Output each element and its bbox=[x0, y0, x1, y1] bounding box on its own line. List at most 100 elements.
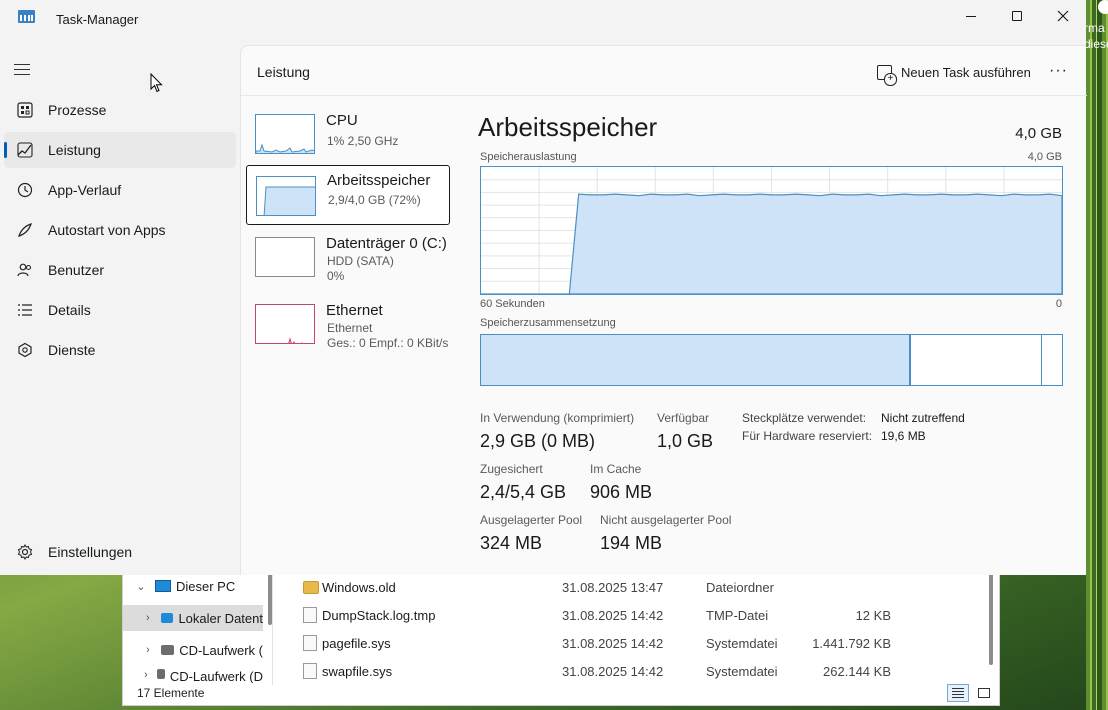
desktop-wallpaper bbox=[1086, 0, 1108, 710]
chevron-right-icon[interactable]: › bbox=[143, 644, 153, 656]
file-row[interactable]: DumpStack.log.tmp 31.08.2025 14:42 TMP-D… bbox=[293, 601, 993, 629]
users-icon bbox=[16, 261, 34, 279]
startup-icon bbox=[16, 221, 34, 239]
nonpaged-pool-label: Nicht ausgelagerter Pool bbox=[600, 513, 732, 527]
processes-icon bbox=[16, 101, 34, 119]
task-manager-app-icon bbox=[18, 10, 35, 23]
sidebar-item-performance[interactable]: Leistung bbox=[4, 132, 236, 168]
in-use-value: 2,9 GB (0 MB) bbox=[480, 431, 596, 451]
file-icon bbox=[303, 635, 317, 651]
explorer-status-bar: 17 Elemente bbox=[123, 681, 999, 705]
new-task-icon bbox=[877, 64, 897, 86]
sidebar-item-processes[interactable]: Prozesse bbox=[4, 92, 236, 128]
resource-item-disk[interactable]: Datenträger 0 (C:) HDD (SATA) 0% bbox=[246, 229, 450, 289]
available-label: Verfügbar bbox=[657, 411, 710, 425]
details-view-button[interactable] bbox=[947, 684, 969, 702]
desktop-close-icon[interactable] bbox=[1098, 0, 1108, 14]
tree-item-cd-drive[interactable]: › CD-Laufwerk ( bbox=[123, 637, 263, 663]
time-axis-left: 60 Sekunden bbox=[480, 298, 545, 310]
performance-icon bbox=[16, 141, 34, 159]
usage-caption: Speicherauslastung bbox=[480, 151, 577, 163]
slots-used-label: Steckplätze verwendet: bbox=[742, 411, 867, 425]
close-icon bbox=[1057, 10, 1069, 22]
nonpaged-pool-value: 194 MB bbox=[600, 533, 663, 553]
memory-total: 4,0 GB bbox=[1015, 125, 1062, 142]
performance-page: Leistung Neuen Task ausführen ··· CPU 1%… bbox=[240, 45, 1087, 575]
history-icon bbox=[16, 181, 34, 199]
page-title: Leistung bbox=[257, 64, 310, 80]
minimize-icon bbox=[966, 15, 976, 17]
sidebar-item-services[interactable]: Dienste bbox=[4, 332, 236, 368]
memory-usage-area bbox=[481, 193, 1063, 295]
pc-icon bbox=[155, 580, 171, 592]
file-icon bbox=[303, 607, 317, 623]
mouse-cursor-icon bbox=[150, 73, 163, 93]
cached-label: Im Cache bbox=[590, 462, 642, 476]
available-value: 1,0 GB bbox=[657, 431, 714, 451]
time-axis-right: 0 bbox=[1055, 298, 1062, 310]
tiles-view-button[interactable] bbox=[973, 684, 995, 702]
window-title: Task-Manager bbox=[56, 12, 139, 27]
active-indicator bbox=[4, 142, 7, 158]
chevron-right-icon[interactable]: › bbox=[143, 669, 149, 681]
folder-icon bbox=[303, 580, 319, 594]
slots-used-value: Nicht zutreffend bbox=[881, 411, 965, 425]
composition-caption: Speicherzusammensetzung bbox=[480, 317, 616, 329]
memory-thumbnail-graph bbox=[256, 176, 316, 216]
file-row[interactable]: Windows.old 31.08.2025 13:47 Dateiordner bbox=[293, 573, 993, 601]
run-new-task-button[interactable]: Neuen Task ausführen bbox=[877, 62, 1031, 86]
page-header: Leistung Neuen Task ausführen ··· bbox=[241, 46, 1087, 96]
memory-usage-graph bbox=[480, 166, 1063, 295]
title-bar[interactable]: Task-Manager bbox=[0, 0, 1086, 40]
chevron-down-icon[interactable]: ⌄ bbox=[135, 580, 147, 593]
memory-usage-chart bbox=[481, 167, 1063, 295]
close-button[interactable] bbox=[1040, 0, 1086, 32]
composition-standby-boundary bbox=[1040, 335, 1042, 385]
sidebar-item-startup-apps[interactable]: Autostart von Apps bbox=[4, 212, 236, 248]
paged-pool-label: Ausgelagerter Pool bbox=[480, 513, 583, 527]
services-icon bbox=[16, 341, 34, 359]
usage-max-label: 4,0 GB bbox=[1027, 151, 1062, 163]
cd-drive-icon bbox=[160, 645, 175, 655]
sidebar-item-settings[interactable]: Einstellungen bbox=[4, 534, 236, 570]
minimize-button[interactable] bbox=[948, 0, 994, 32]
detail-title: Arbeitsspeicher bbox=[478, 112, 658, 142]
sidebar-item-users[interactable]: Benutzer bbox=[4, 252, 236, 288]
file-list-scrollbar[interactable] bbox=[989, 573, 993, 665]
drive-icon bbox=[160, 613, 174, 623]
tree-scrollbar[interactable] bbox=[268, 573, 272, 625]
explorer-navigation-tree: ⌄ Dieser PC › Lokaler Datent › CD-Laufwe… bbox=[123, 561, 273, 685]
file-row[interactable]: pagefile.sys 31.08.2025 14:42 Systemdate… bbox=[293, 629, 993, 657]
memory-composition-bar bbox=[480, 334, 1063, 386]
gear-icon bbox=[16, 543, 34, 561]
tree-item-this-pc[interactable]: ⌄ Dieser PC bbox=[123, 573, 263, 599]
resource-item-ethernet[interactable]: Ethernet Ethernet Ges.: 0 Empf.: 0 KBit/… bbox=[246, 296, 450, 356]
disk-thumbnail-graph bbox=[255, 237, 315, 277]
details-icon bbox=[16, 301, 34, 319]
more-options-button[interactable]: ··· bbox=[1049, 62, 1068, 80]
composition-in-use bbox=[481, 335, 911, 385]
details-view-icon bbox=[952, 688, 964, 698]
navigation-sidebar: Prozesse Leistung App-Verlauf Autostart … bbox=[0, 40, 240, 575]
chevron-right-icon[interactable]: › bbox=[143, 612, 153, 624]
hardware-reserved-value: 19,6 MB bbox=[881, 429, 926, 443]
sidebar-item-details[interactable]: Details bbox=[4, 292, 236, 328]
hardware-reserved-label: Für Hardware reserviert: bbox=[742, 429, 873, 443]
ethernet-thumbnail-graph bbox=[255, 304, 315, 344]
maximize-button[interactable] bbox=[994, 0, 1040, 32]
maximize-icon bbox=[1012, 11, 1022, 21]
in-use-label: In Verwendung (komprimiert) bbox=[480, 411, 635, 425]
cpu-thumbnail-graph bbox=[255, 114, 315, 154]
cd-drive-icon bbox=[156, 669, 165, 679]
resource-item-cpu[interactable]: CPU 1% 2,50 GHz bbox=[246, 106, 450, 166]
item-count: 17 Elemente bbox=[137, 686, 205, 700]
tree-item-local-drive[interactable]: › Lokaler Datent bbox=[123, 605, 263, 631]
tiles-view-icon bbox=[978, 688, 990, 698]
file-icon bbox=[303, 663, 317, 679]
paged-pool-value: 324 MB bbox=[480, 533, 543, 553]
resource-item-memory[interactable]: Arbeitsspeicher 2,9/4,0 GB (72%) bbox=[246, 165, 450, 225]
hamburger-menu-button[interactable] bbox=[12, 57, 32, 81]
desktop-text: rma diese bbox=[1084, 21, 1108, 51]
committed-label: Zugesichert bbox=[480, 462, 543, 476]
sidebar-item-app-history[interactable]: App-Verlauf bbox=[4, 172, 236, 208]
